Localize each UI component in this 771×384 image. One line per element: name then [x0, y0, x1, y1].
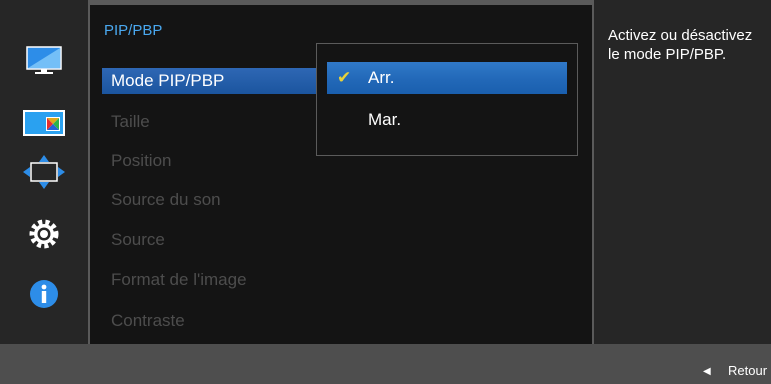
option-arr[interactable]: ✔ Arr. — [327, 62, 567, 94]
category-sidebar — [0, 0, 88, 344]
info-icon — [30, 280, 58, 308]
check-icon: ✔ — [337, 68, 352, 87]
menu-item-format-image[interactable]: Format de l'image — [102, 267, 247, 293]
color-picture-icon — [23, 110, 65, 136]
back-button[interactable]: Retour — [728, 363, 767, 378]
menu-item-mode-pip-pbp[interactable]: Mode PIP/PBP — [102, 68, 316, 94]
sidebar-item-info[interactable] — [20, 276, 68, 312]
menu-item-taille[interactable]: Taille — [102, 109, 150, 135]
sidebar-item-position[interactable] — [20, 154, 68, 190]
menu-item-position[interactable]: Position — [102, 148, 171, 174]
help-panel: Activez ou désactivez le mode PIP/PBP. — [594, 0, 771, 344]
gear-icon — [29, 219, 59, 249]
sidebar-item-pip[interactable] — [20, 104, 68, 140]
menu-item-source[interactable]: Source — [102, 227, 165, 253]
left-triangle-icon: ◀ — [703, 366, 711, 377]
option-label: Arr. — [368, 68, 395, 87]
option-label: Mar. — [368, 110, 402, 129]
sidebar-item-system[interactable] — [20, 216, 68, 252]
position-arrows-icon — [23, 155, 65, 189]
sidebar-item-picture[interactable] — [20, 42, 68, 78]
help-text: Activez ou désactivez le mode PIP/PBP. — [608, 27, 753, 63]
monitor-icon — [26, 46, 62, 74]
menu-item-source-du-son[interactable]: Source du son — [102, 187, 221, 213]
mode-options-popup: ✔ Arr. Mar. — [316, 43, 578, 156]
footer-bar: ◀ Retour — [0, 344, 771, 384]
option-mar[interactable]: Mar. — [327, 104, 567, 136]
menu-item-contraste[interactable]: Contraste — [102, 308, 185, 334]
page-title: PIP/PBP — [104, 22, 163, 39]
